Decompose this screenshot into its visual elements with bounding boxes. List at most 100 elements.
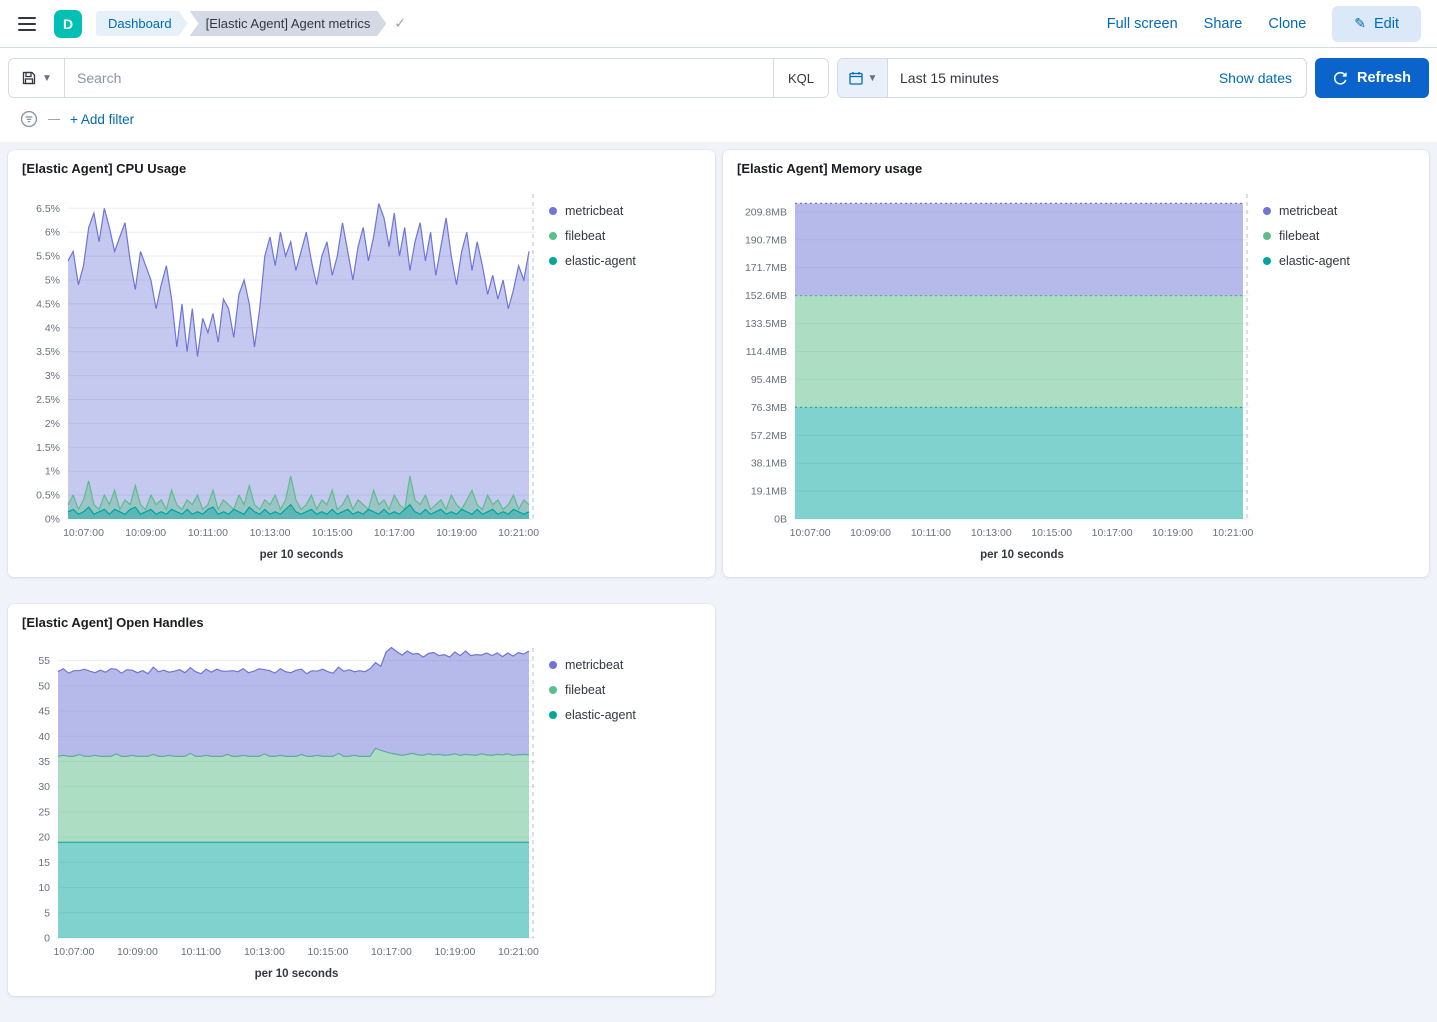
x-tick-label: 10:17:00 xyxy=(374,527,415,539)
refresh-button-label: Refresh xyxy=(1357,70,1411,86)
query-section: ▼ KQL ▼ Last 15 minutes Show dates xyxy=(0,48,1437,142)
legend-dot xyxy=(1263,257,1271,265)
x-tick-label: 10:19:00 xyxy=(434,946,475,958)
date-picker: ▼ Last 15 minutes Show dates xyxy=(837,58,1307,98)
quick-select-button[interactable]: ▼ xyxy=(838,59,888,97)
x-tick-label: 10:07:00 xyxy=(53,946,94,958)
y-tick-label: 5.5% xyxy=(36,251,60,263)
dashboard-grid: [Elastic Agent] CPU Usage 0%0.5%1%1.5%2%… xyxy=(0,142,1437,1022)
area-metricbeat xyxy=(58,647,529,756)
legend-item-metricbeat[interactable]: metricbeat xyxy=(1263,204,1415,218)
filter-bar: + Add filter xyxy=(8,98,1429,142)
x-axis-title: per 10 seconds xyxy=(260,549,344,561)
legend-label: metricbeat xyxy=(1279,204,1337,218)
y-tick-label: 76.3MB xyxy=(751,402,787,414)
x-tick-label: 10:13:00 xyxy=(244,946,285,958)
area-filebeat xyxy=(795,296,1243,408)
memory-chart-svg: 0B19.1MB38.1MB57.2MB76.3MB95.4MB114.4MB1… xyxy=(737,184,1257,567)
legend-item-elastic-agent[interactable]: elastic-agent xyxy=(549,254,701,268)
chevron-down-icon: ▼ xyxy=(42,73,52,84)
legend-item-elastic-agent[interactable]: elastic-agent xyxy=(549,708,701,722)
search-input[interactable] xyxy=(65,59,773,97)
legend-item-filebeat[interactable]: filebeat xyxy=(549,229,701,243)
legend-item-metricbeat[interactable]: metricbeat xyxy=(549,658,701,672)
y-tick-label: 209.8MB xyxy=(745,206,787,218)
y-tick-label: 0.5% xyxy=(36,490,60,502)
legend-item-filebeat[interactable]: filebeat xyxy=(1263,229,1415,243)
y-tick-label: 4.5% xyxy=(36,298,60,310)
legend-item-filebeat[interactable]: filebeat xyxy=(549,683,701,697)
area-elastic-agent xyxy=(58,842,529,938)
y-tick-label: 1% xyxy=(45,466,60,478)
panel-memory-usage: [Elastic Agent] Memory usage 0B19.1MB38.… xyxy=(723,150,1429,577)
breadcrumb-dashboard[interactable]: Dashboard xyxy=(96,11,188,36)
y-tick-label: 0% xyxy=(45,514,60,526)
top-nav: D Dashboard [Elastic Agent] Agent metric… xyxy=(0,0,1437,48)
panel-title[interactable]: [Elastic Agent] CPU Usage xyxy=(22,161,701,176)
y-tick-label: 6.5% xyxy=(36,203,60,215)
y-tick-label: 10 xyxy=(38,882,50,894)
filter-icon[interactable] xyxy=(20,110,38,128)
x-tick-label: 10:15:00 xyxy=(312,527,353,539)
share-link[interactable]: Share xyxy=(1204,16,1243,32)
menu-icon[interactable] xyxy=(14,13,40,35)
refresh-icon xyxy=(1333,71,1348,86)
show-dates-link[interactable]: Show dates xyxy=(1205,59,1306,97)
x-tick-label: 10:15:00 xyxy=(307,946,348,958)
x-tick-label: 10:15:00 xyxy=(1031,527,1072,539)
space-avatar[interactable]: D xyxy=(54,10,82,38)
y-tick-label: 114.4MB xyxy=(746,346,787,358)
legend-dot xyxy=(549,232,557,240)
x-tick-label: 10:19:00 xyxy=(436,527,477,539)
breadcrumb: Dashboard [Elastic Agent] Agent metrics … xyxy=(96,11,406,36)
saved-query-menu-button[interactable]: ▼ xyxy=(9,59,65,97)
x-tick-label: 10:21:00 xyxy=(1212,527,1253,539)
breadcrumb-current[interactable]: [Elastic Agent] Agent metrics xyxy=(190,11,387,36)
handles-chart-svg: 051015202530354045505510:07:0010:09:0010… xyxy=(22,638,543,986)
y-tick-label: 19.1MB xyxy=(751,486,787,498)
y-tick-label: 25 xyxy=(38,806,50,818)
y-tick-label: 95.4MB xyxy=(751,374,787,386)
legend-label: filebeat xyxy=(1279,229,1319,243)
y-tick-label: 5 xyxy=(44,907,50,919)
y-tick-label: 133.5MB xyxy=(745,318,787,330)
save-icon xyxy=(21,70,37,86)
legend-item-metricbeat[interactable]: metricbeat xyxy=(549,204,701,218)
area-elastic-agent xyxy=(795,407,1243,519)
legend-dot xyxy=(549,207,557,215)
x-tick-label: 10:13:00 xyxy=(971,527,1012,539)
x-tick-label: 10:09:00 xyxy=(850,527,891,539)
kql-language-button[interactable]: KQL xyxy=(773,59,828,97)
x-tick-label: 10:21:00 xyxy=(498,527,539,539)
legend-dot xyxy=(549,257,557,265)
y-tick-label: 171.7MB xyxy=(745,262,787,274)
area-metricbeat xyxy=(68,204,529,519)
search-box: ▼ KQL xyxy=(8,58,829,98)
y-tick-label: 30 xyxy=(38,781,50,793)
add-filter-link[interactable]: + Add filter xyxy=(70,112,134,127)
x-tick-label: 10:13:00 xyxy=(250,527,291,539)
cpu-usage-legend: metricbeat filebeat elastic-agent xyxy=(543,184,701,567)
legend-label: elastic-agent xyxy=(565,708,636,722)
time-range-value[interactable]: Last 15 minutes xyxy=(888,59,1205,97)
y-tick-label: 4% xyxy=(45,322,60,334)
y-tick-label: 57.2MB xyxy=(751,430,787,442)
edit-button[interactable]: ✎ Edit xyxy=(1332,6,1421,42)
filter-divider xyxy=(48,119,60,120)
legend-dot xyxy=(549,686,557,694)
refresh-button[interactable]: Refresh xyxy=(1315,58,1429,98)
panel-title[interactable]: [Elastic Agent] Open Handles xyxy=(22,615,701,630)
panel-title[interactable]: [Elastic Agent] Memory usage xyxy=(737,161,1415,176)
memory-usage-chart: 0B19.1MB38.1MB57.2MB76.3MB95.4MB114.4MB1… xyxy=(737,184,1257,567)
legend-dot xyxy=(1263,232,1271,240)
legend-item-elastic-agent[interactable]: elastic-agent xyxy=(1263,254,1415,268)
legend-label: elastic-agent xyxy=(1279,254,1350,268)
open-handles-legend: metricbeat filebeat elastic-agent xyxy=(543,638,701,986)
calendar-icon xyxy=(848,70,864,86)
y-tick-label: 0B xyxy=(774,514,787,526)
y-tick-label: 40 xyxy=(38,730,50,742)
open-handles-chart: 051015202530354045505510:07:0010:09:0010… xyxy=(22,638,543,986)
clone-link[interactable]: Clone xyxy=(1268,16,1306,32)
full-screen-link[interactable]: Full screen xyxy=(1107,16,1178,32)
legend-label: filebeat xyxy=(565,683,605,697)
